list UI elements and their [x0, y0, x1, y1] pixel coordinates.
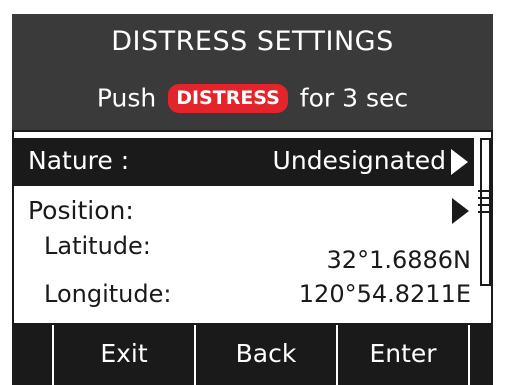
instruction-prefix: Push [96, 83, 157, 113]
nature-value: Undesignated [272, 146, 446, 175]
nature-row[interactable]: Nature : Undesignated [14, 138, 474, 186]
scrollbar[interactable] [478, 138, 491, 286]
grip-line [478, 204, 491, 206]
lcd-frame: DISTRESS SETTINGS Push DISTRESS for 3 se… [12, 14, 493, 385]
page-title: DISTRESS SETTINGS [111, 26, 394, 57]
scrollbar-thumb[interactable] [478, 172, 491, 242]
latitude-value: 32°1.6886N [326, 246, 471, 274]
distress-key-badge: DISTRESS [168, 83, 288, 113]
exit-button[interactable]: Exit [54, 325, 194, 385]
grip-line [478, 190, 491, 192]
header: DISTRESS SETTINGS Push DISTRESS for 3 se… [12, 14, 493, 130]
distress-instruction: Push DISTRESS for 3 sec [12, 82, 493, 113]
grip-line [478, 211, 491, 213]
distress-settings-screen: DISTRESS SETTINGS Push DISTRESS for 3 se… [0, 0, 506, 385]
longitude-value: 120°54.8211E [298, 280, 471, 308]
triangle-right-icon [452, 198, 469, 224]
settings-list: Nature : Undesignated Position: Latitude… [14, 132, 491, 323]
instruction-suffix: for 3 sec [299, 83, 409, 113]
grip-line [478, 197, 491, 199]
softkey-blank-right[interactable] [470, 325, 493, 385]
softkey-blank-left[interactable] [12, 325, 52, 385]
latitude-label: Latitude: [44, 232, 151, 260]
enter-button[interactable]: Enter [338, 325, 468, 385]
back-button[interactable]: Back [196, 325, 336, 385]
softkey-bar: Exit Back Enter [12, 325, 493, 385]
position-label: Position: [28, 196, 134, 225]
longitude-label: Longitude: [44, 280, 172, 308]
triangle-right-icon [451, 149, 468, 175]
nature-label: Nature : [28, 146, 130, 175]
